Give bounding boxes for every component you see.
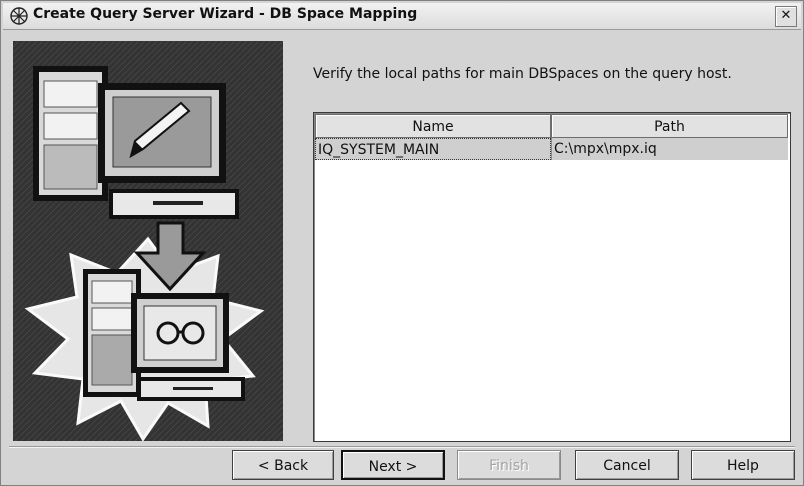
back-button[interactable]: < Back: [232, 450, 334, 480]
copy-server-illustration: [13, 41, 283, 441]
close-button[interactable]: ✕: [775, 6, 797, 27]
window-title: Create Query Server Wizard - DB Space Ma…: [33, 6, 418, 22]
next-button[interactable]: Next >: [341, 450, 445, 480]
illustration-art: [13, 41, 283, 441]
monitor-pencil-icon: [98, 83, 239, 219]
cancel-button[interactable]: Cancel: [575, 450, 679, 480]
button-separator: [9, 446, 795, 448]
dbspace-path-cell[interactable]: C:\mpx\mpx.iq: [551, 138, 788, 160]
wizard-dialog: Create Query Server Wizard - DB Space Ma…: [0, 0, 804, 486]
instruction-text: Verify the local paths for main DBSpaces…: [313, 66, 732, 82]
dbspace-mapping-table[interactable]: Name Path IQ_SYSTEM_MAIN C:\mpx\mpx.iq: [313, 112, 791, 442]
close-icon: ✕: [780, 8, 792, 23]
column-header-name[interactable]: Name: [315, 114, 551, 138]
finish-button: Finish: [457, 450, 561, 480]
help-button[interactable]: Help: [691, 450, 795, 480]
wizard-star-icon: [10, 7, 28, 25]
column-header-path[interactable]: Path: [551, 114, 788, 138]
title-bar[interactable]: Create Query Server Wizard - DB Space Ma…: [3, 3, 801, 30]
dbspace-name-cell[interactable]: IQ_SYSTEM_MAIN: [315, 138, 551, 160]
server-icon: [33, 66, 108, 201]
monitor-glasses-icon: [131, 293, 245, 401]
table-row[interactable]: IQ_SYSTEM_MAIN C:\mpx\mpx.iq: [315, 138, 788, 160]
